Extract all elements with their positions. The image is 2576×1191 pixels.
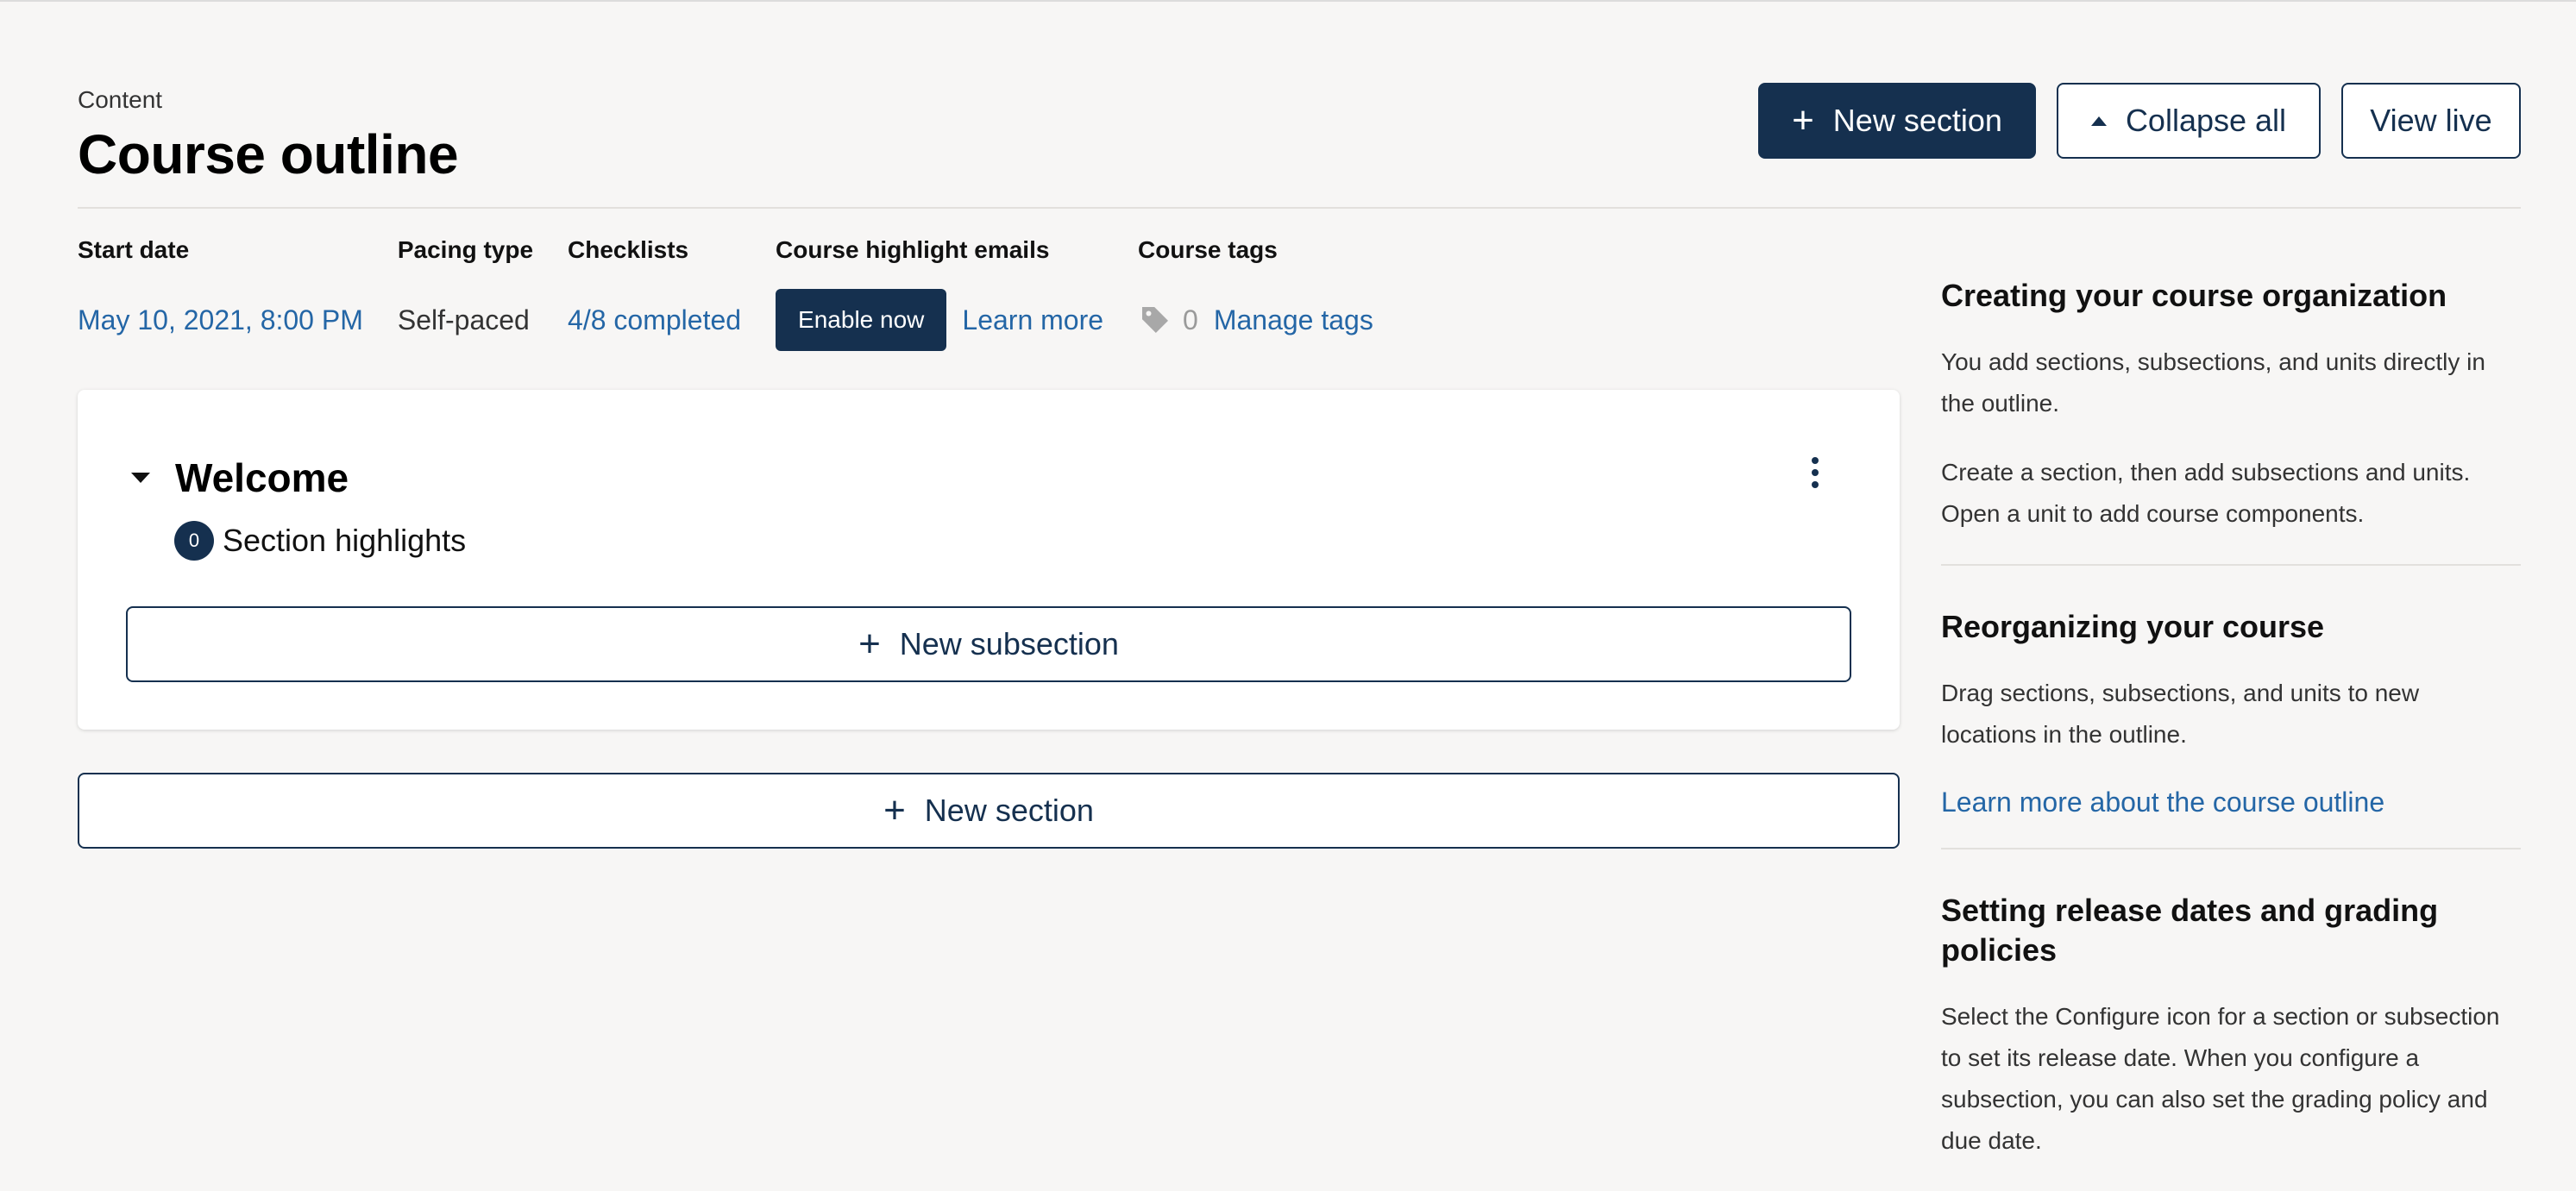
course-tags-label: Course tags — [1138, 236, 1278, 263]
help-title: Creating your course organization — [1941, 278, 2447, 313]
help-title: Reorganizing your course — [1941, 609, 2325, 644]
tag-icon — [1142, 307, 1169, 333]
course-tags-value: 0 Manage tags — [1138, 291, 1373, 348]
start-date-link[interactable]: May 10, 2021, 8:00 PM — [78, 291, 363, 348]
chevron-down-icon[interactable] — [131, 473, 150, 483]
highlights-label: Section highlights — [223, 523, 467, 558]
learn-more-outline-link[interactable]: Learn more about the course outline — [1941, 787, 2521, 818]
page-header: Content Course outline — [78, 86, 459, 186]
new-subsection-button[interactable]: + New subsection — [126, 606, 1851, 682]
tags-count: 0 — [1183, 304, 1198, 335]
status-pacing: Pacing type Self-paced — [398, 236, 533, 348]
status-highlight-emails: Course highlight emails Enable now Learn… — [776, 236, 1103, 351]
pacing-value: Self-paced — [397, 304, 530, 335]
chevron-up-icon — [2090, 116, 2107, 126]
help-sidebar: Creating your course organization You ad… — [1941, 276, 2521, 1191]
new-section-bottom-label: New section — [924, 793, 1094, 828]
section-card: Welcome 0 Section highlights + New subse… — [78, 390, 1900, 730]
checklists-label: Checklists — [568, 236, 689, 263]
highlights-count-badge: 0 — [174, 521, 214, 561]
page-title: Course outline — [78, 123, 459, 185]
help-text: Create a section, then add subsections a… — [1941, 459, 2471, 527]
more-options-icon[interactable] — [1806, 455, 1824, 490]
status-start-date: Start date May 10, 2021, 8:00 PM — [78, 236, 363, 348]
course-status-bar: Start date May 10, 2021, 8:00 PM Pacing … — [78, 236, 1408, 351]
collapse-all-button-label: Collapse all — [2125, 103, 2287, 138]
help-block-organization: Creating your course organization You ad… — [1941, 276, 2521, 564]
help-block-release-dates: Setting release dates and grading polici… — [1941, 848, 2521, 1191]
view-live-button[interactable]: View live — [2341, 83, 2521, 159]
status-checklists: Checklists 4/8 completed — [568, 236, 741, 348]
plus-icon: + — [858, 623, 881, 665]
view-live-button-label: View live — [2370, 103, 2492, 138]
manage-tags-link[interactable]: Manage tags — [1214, 304, 1373, 336]
enable-now-button[interactable]: Enable now — [776, 289, 947, 351]
kebab-dot — [1812, 481, 1819, 488]
section-title[interactable]: Welcome — [175, 454, 349, 501]
new-section-bottom-button[interactable]: + New section — [78, 773, 1900, 849]
new-section-button[interactable]: + New section — [1758, 83, 2036, 159]
new-subsection-label: New subsection — [899, 626, 1119, 661]
breadcrumb: Content — [78, 86, 163, 113]
help-title: Setting release dates and grading polici… — [1941, 893, 2439, 968]
pacing-label: Pacing type — [397, 236, 534, 263]
top-border — [0, 0, 2576, 2]
checklists-link[interactable]: 4/8 completed — [568, 291, 741, 348]
section-highlights[interactable]: 0 Section highlights — [174, 521, 466, 561]
new-section-button-label: New section — [1832, 103, 2002, 138]
collapse-all-button[interactable]: Collapse all — [2057, 83, 2321, 159]
highlight-emails-actions: Enable now Learn more — [776, 289, 1103, 351]
kebab-dot — [1812, 457, 1819, 464]
start-date-label: Start date — [78, 236, 190, 263]
help-text: Select the Configure icon for a section … — [1941, 1003, 2500, 1154]
header-actions: + New section Collapse all View live — [1758, 83, 2521, 159]
status-course-tags: Course tags 0 Manage tags — [1138, 236, 1373, 348]
plus-icon: + — [883, 789, 906, 831]
help-text: Drag sections, subsections, and units to… — [1941, 680, 2420, 748]
kebab-dot — [1812, 469, 1819, 476]
help-text: You add sections, subsections, and units… — [1941, 348, 2485, 417]
help-block-reorganizing: Reorganizing your course Drag sections, … — [1941, 564, 2521, 848]
plus-icon: + — [1792, 99, 1814, 141]
header-divider — [78, 207, 2521, 209]
learn-more-link[interactable]: Learn more — [962, 304, 1103, 336]
highlight-emails-label: Course highlight emails — [776, 236, 1050, 263]
